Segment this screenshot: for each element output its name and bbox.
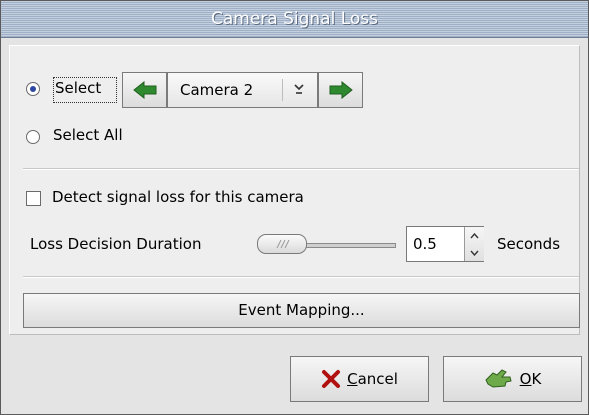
event-mapping-button[interactable]: Event Mapping...	[23, 293, 580, 328]
next-camera-button[interactable]	[318, 72, 363, 108]
separator	[23, 168, 579, 170]
window-title: Camera Signal Loss	[1, 1, 588, 38]
duration-spinbox[interactable]: 0.5	[406, 226, 484, 262]
right-arrow-icon	[329, 81, 353, 99]
spin-buttons	[464, 227, 484, 261]
camera-signal-loss-dialog: Camera Signal Loss Select Camera 2 Selec…	[0, 0, 589, 415]
ok-button[interactable]: OK	[443, 356, 582, 402]
grip-icon	[276, 239, 290, 249]
ok-hand-icon	[485, 369, 512, 388]
select-radio[interactable]	[26, 82, 40, 96]
cancel-x-icon	[322, 370, 341, 388]
dropdown-divider	[282, 79, 283, 101]
chevron-down-icon	[294, 84, 304, 94]
chevron-up-icon	[470, 232, 479, 238]
duration-slider-thumb[interactable]	[257, 234, 307, 254]
select-all-label[interactable]: Select All	[53, 126, 123, 144]
select-all-radio[interactable]	[26, 130, 40, 144]
camera-dropdown-value: Camera 2	[180, 81, 254, 99]
detect-signal-loss-checkbox[interactable]	[26, 191, 41, 206]
previous-camera-button[interactable]	[122, 72, 167, 108]
cancel-button[interactable]: Cancel	[290, 356, 429, 402]
camera-dropdown[interactable]: Camera 2	[167, 72, 318, 108]
separator	[23, 276, 579, 278]
duration-value[interactable]: 0.5	[413, 235, 437, 253]
duration-units-label: Seconds	[497, 235, 561, 253]
left-arrow-icon	[132, 81, 156, 99]
ok-button-label: OK	[519, 370, 542, 388]
detect-signal-loss-label[interactable]: Detect signal loss for this camera	[52, 188, 304, 206]
loss-decision-duration-label: Loss Decision Duration	[30, 235, 202, 253]
event-mapping-label: Event Mapping...	[238, 301, 365, 319]
cancel-button-label: Cancel	[347, 370, 398, 388]
chevron-down-icon	[470, 250, 479, 256]
select-radio-label[interactable]: Select	[55, 79, 101, 97]
spin-up-button[interactable]	[465, 227, 484, 244]
spin-down-button[interactable]	[465, 244, 484, 261]
